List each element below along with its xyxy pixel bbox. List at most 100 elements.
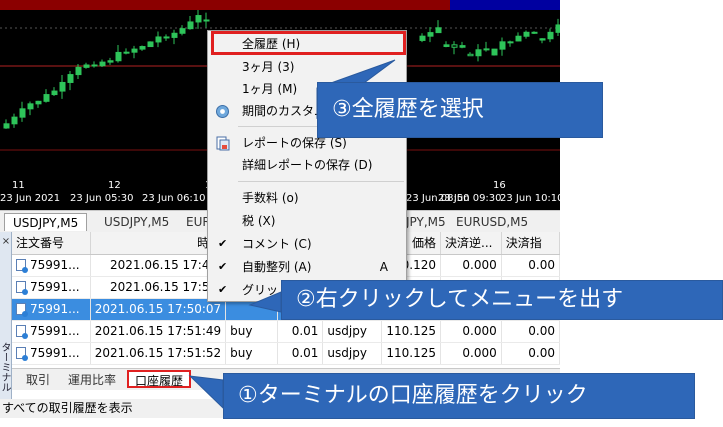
table-cell-order: 75991... <box>12 298 91 321</box>
menu-item-auto-arrange[interactable]: ✔ 自動整列 (A) A <box>208 256 406 278</box>
column-header[interactable]: 決済指 <box>501 232 561 255</box>
table-row[interactable]: 75991... 2021.06.15 17:51:49 buy 0.01 usdjpy… <box>12 320 561 343</box>
order-number: 75991... <box>30 346 80 360</box>
candle <box>147 41 154 48</box>
period-separator-bar <box>0 0 560 10</box>
time-label: 23 Jun 10:10 <box>500 193 560 204</box>
menu-item-label: 手数料 (o) <box>242 191 299 205</box>
candle <box>131 45 138 59</box>
table-cell-time: 2021.06.15 17:50:07 <box>90 298 227 321</box>
candle <box>547 28 554 43</box>
menu-item-commission[interactable]: 手数料 (o) <box>208 187 406 209</box>
candle <box>51 87 58 96</box>
table-cell-size: 0.01 <box>277 342 324 365</box>
table-row[interactable]: 75991... 2021.06.15 17:51:52 buy 0.01 usdjpy… <box>12 342 561 365</box>
menu-separator <box>238 181 404 182</box>
tab-trade[interactable]: 取引 <box>20 371 56 389</box>
candle <box>27 101 34 116</box>
order-icon <box>16 259 28 273</box>
menu-item-label: コメント (C) <box>242 237 312 251</box>
candle <box>555 18 560 36</box>
table-cell-price: 110.125 <box>381 320 441 343</box>
candle <box>155 31 162 48</box>
candle <box>203 12 210 28</box>
candle <box>427 27 434 43</box>
column-header[interactable]: 時間 <box>90 232 227 255</box>
column-header[interactable]: 決済逆... <box>440 232 502 255</box>
order-icon <box>16 303 28 317</box>
candle <box>171 29 178 45</box>
table-cell-time: 2021.06.15 17:51:52 <box>90 342 227 365</box>
candle <box>91 61 98 68</box>
table-cell-time: 2021.06.15 17:51:49 <box>90 320 227 343</box>
candle <box>195 9 202 29</box>
menu-item-label: 詳細レポートの保存 (D) <box>242 158 373 172</box>
table-cell-tp: 0.00 <box>501 254 561 277</box>
candle <box>499 37 506 56</box>
table-cell-order: 75991... <box>12 276 91 299</box>
candle <box>507 40 514 47</box>
menu-item-accelerator: A <box>379 260 388 274</box>
table-cell-time: 2021.06.15 17:50: <box>90 276 227 299</box>
candle <box>19 101 26 122</box>
symbol-tab[interactable]: USDJPY,M5 <box>96 213 177 231</box>
order-number: 75991... <box>30 280 80 294</box>
table-cell-tp: 0.00 <box>501 342 561 365</box>
symbol-tab[interactable]: USDJPY,M5 <box>4 213 88 231</box>
menu-item-comment[interactable]: ✔ コメント (C) <box>208 233 406 255</box>
calendar-gear-icon <box>216 105 229 118</box>
terminal-title: ターミナル <box>0 342 10 392</box>
time-label: 23 Jun 2021 <box>0 193 61 204</box>
table-cell-order: 75991... <box>12 254 91 277</box>
check-icon: ✔ <box>218 283 228 296</box>
order-number: 75991... <box>30 302 80 316</box>
candle <box>187 16 194 30</box>
candle <box>115 45 122 63</box>
candle <box>43 89 50 103</box>
candle <box>531 31 538 35</box>
table-cell-tp: 0.00 <box>501 320 561 343</box>
candle <box>123 48 130 55</box>
candle <box>35 100 42 108</box>
candle <box>179 25 186 36</box>
table-cell-size: 0.01 <box>277 320 324 343</box>
callout-step-1: ①ターミナルの口座履歴をクリック <box>223 373 695 419</box>
candle <box>483 41 490 52</box>
table-cell-item: usdjpy <box>322 320 383 343</box>
order-number: 75991... <box>30 258 80 272</box>
order-icon <box>16 347 28 361</box>
table-cell-order: 75991... <box>12 342 91 365</box>
menu-item-tax[interactable]: 税 (X) <box>208 210 406 232</box>
time-label: 23 Jun 09:30 <box>438 193 502 204</box>
tab-account-history[interactable]: 口座履歴 <box>127 370 192 388</box>
candle <box>59 74 66 99</box>
close-icon[interactable]: × <box>0 236 12 247</box>
candle <box>139 45 146 51</box>
table-cell-type: buy <box>225 320 279 343</box>
menu-item-label: 3ヶ月 (3) <box>242 60 295 74</box>
candle <box>539 38 546 44</box>
candle <box>475 44 482 62</box>
menu-item-highlight <box>211 31 406 55</box>
menu-item-label: 税 (X) <box>242 214 276 228</box>
column-header[interactable]: 注文番号 <box>12 232 91 255</box>
tab-exposure[interactable]: 運用比率 <box>62 371 122 389</box>
time-label: 23 Jun 05:30 <box>70 193 134 204</box>
menu-item-3-months[interactable]: 3ヶ月 (3) <box>208 56 406 78</box>
table-cell-price: 110.125 <box>381 342 441 365</box>
candle <box>443 41 450 48</box>
symbol-tab[interactable]: EURUSD,M5 <box>448 213 536 231</box>
candle <box>3 119 10 129</box>
candle <box>419 33 426 43</box>
candle <box>67 71 74 91</box>
context-menu: 全履歴 (H) 3ヶ月 (3) 1ヶ月 (M) 期間のカスタム設 レポートの保存… <box>207 30 407 302</box>
check-icon: ✔ <box>218 237 228 250</box>
menu-item-save-detailed-report[interactable]: 詳細レポートの保存 (D) <box>208 154 406 176</box>
candle <box>99 59 106 67</box>
candle <box>523 30 530 39</box>
table-cell-sl: 0.000 <box>440 342 502 365</box>
time-label: 23 Jun 06:10 <box>142 193 206 204</box>
table-cell-order: 75991... <box>12 320 91 343</box>
order-icon <box>16 325 28 339</box>
check-icon: ✔ <box>218 260 228 273</box>
